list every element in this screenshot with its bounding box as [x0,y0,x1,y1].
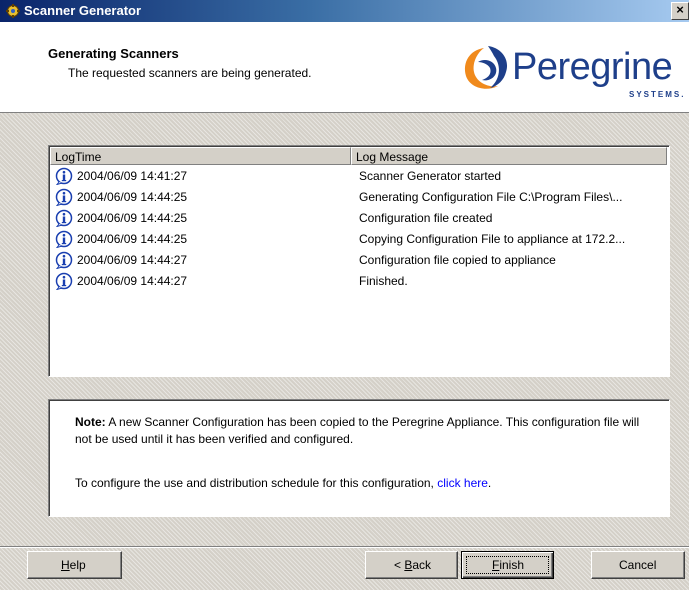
cancel-button-label: Cancel [619,558,657,572]
column-header-logtime[interactable]: LogTime [50,147,351,165]
help-button[interactable]: Help [27,551,122,579]
wizard-header: Generating Scanners The requested scanne… [0,22,689,113]
note-text: Note: A new Scanner Configuration has be… [75,415,640,446]
log-time: 2004/06/09 14:44:27 [77,274,188,288]
back-button-label: < Back [394,558,432,572]
log-row[interactable]: 2004/06/09 14:41:27 Scanner Generator sta… [51,166,667,187]
peregrine-logo-icon [464,46,508,89]
log-list[interactable]: LogTime Log Message 2004/06/09 14:41:27 S… [48,145,670,377]
click-here-link[interactable]: click here [437,476,488,490]
finish-button-label: Finish [492,558,525,572]
page-title: Generating Scanners [48,46,179,61]
close-icon: × [676,2,684,17]
log-message: Copying Configuration File to appliance … [359,232,626,246]
finish-button[interactable]: Finish [461,551,554,579]
log-time: 2004/06/09 14:44:27 [77,253,188,267]
info-icon [55,251,73,270]
help-button-label: Help [61,558,86,572]
log-time: 2004/06/09 14:41:27 [77,169,188,183]
log-message: Generating Configuration File C:\Program… [359,190,623,204]
info-icon [55,209,73,228]
window-title: Scanner Generator [24,3,142,18]
wizard-footer: Help < Back Finish Cancel [0,548,689,590]
log-message: Scanner Generator started [359,169,502,183]
log-row[interactable]: 2004/06/09 14:44:25 Configuration file cr… [51,208,667,229]
column-header-log-message[interactable]: Log Message [351,147,667,165]
note-label: Note: [75,415,106,429]
peregrine-logo-text: Peregrine [512,46,673,88]
log-time: 2004/06/09 14:44:25 [77,211,188,225]
info-icon [55,188,73,207]
log-message: Configuration file created [359,211,493,225]
title-bar[interactable]: Scanner Generator × [0,0,689,22]
note-panel: Note: A new Scanner Configuration has be… [48,399,670,517]
log-row[interactable]: 2004/06/09 14:44:27 Configuration file co… [51,250,667,271]
log-time: 2004/06/09 14:44:25 [77,232,188,246]
log-message: Configuration file copied to appliance [359,253,556,267]
peregrine-logo-subtext: SYSTEMS. [629,90,686,99]
log-row[interactable]: 2004/06/09 14:44:27 Finished. [51,271,667,292]
cancel-button[interactable]: Cancel [591,551,685,579]
schedule-text: To configure the use and distribution sc… [75,476,492,490]
info-icon [55,167,73,186]
log-row[interactable]: 2004/06/09 14:44:25 Generating Configurat… [51,187,667,208]
log-time: 2004/06/09 14:44:25 [77,190,188,204]
scanner-app-icon [6,4,20,18]
info-icon [55,272,73,291]
page-subtitle: The requested scanners are being generat… [68,66,312,80]
close-button[interactable]: × [671,2,689,20]
log-message: Finished. [359,274,408,288]
back-button[interactable]: < Back [365,551,458,579]
log-row[interactable]: 2004/06/09 14:44:25 Copying Configuration… [51,229,667,250]
info-icon [55,230,73,249]
scanner-generator-window: Scanner Generator × Generating Scanners … [0,0,689,590]
